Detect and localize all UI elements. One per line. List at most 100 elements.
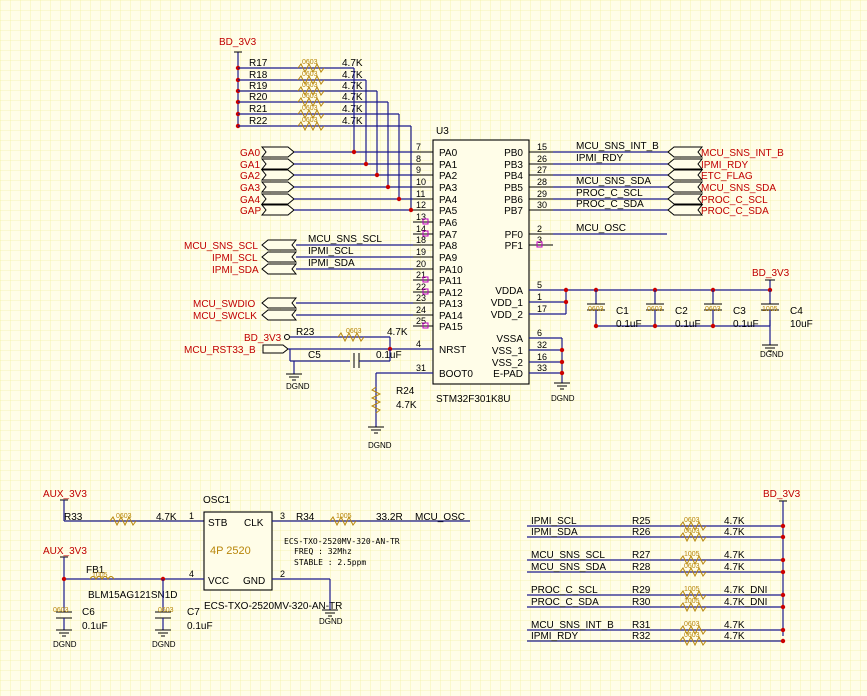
- r23-ref: R23: [296, 327, 315, 338]
- bus-pullup-junction: [780, 523, 786, 529]
- mcu-pin-name: VDD_2: [491, 310, 524, 321]
- schematic-canvas: BD_3V3 R17 0603 4.7K R18 0603 4.7K R19 0603 4.7K…: [0, 0, 867, 696]
- pullup-pkg: 0603: [302, 59, 318, 66]
- bus-pullup-ref: R28: [632, 562, 651, 573]
- c7-gnd-label: DGND: [152, 640, 176, 649]
- mcu-pin-name: PF0: [505, 230, 524, 241]
- pullup-ref: R19: [249, 81, 268, 92]
- bus-net-label: MCU_SNS_SCL: [531, 550, 605, 561]
- osc-note-stable: STABLE : 2.5ppm: [294, 558, 366, 567]
- c5-ref: C5: [308, 350, 321, 361]
- mcu-pin-number: 6: [537, 328, 542, 338]
- c6-value: 0.1uF: [82, 621, 108, 632]
- mcu-part-number: STM32F301K8U: [436, 394, 510, 405]
- ga-port-label: GA3: [240, 183, 260, 194]
- pullup-value: 4.7K: [342, 92, 363, 103]
- mcu-pin-name: PA14: [439, 311, 463, 322]
- right-net-wire-label: MCU_SNS_SDA: [576, 176, 651, 187]
- osc-ref: OSC1: [203, 495, 231, 506]
- bus-pullup-ref: R27: [632, 550, 651, 561]
- ga-port-label: GA1: [240, 160, 260, 171]
- ga-junction: [351, 149, 357, 155]
- bus-pullup-pkg: 0603: [684, 563, 700, 570]
- bus-net-label: MCU_SNS_SDA: [531, 562, 606, 573]
- mcu-pin-number: 24: [416, 305, 426, 315]
- bus-pullup-pkg: 0603: [684, 632, 700, 639]
- left-net-flag: [261, 297, 298, 309]
- osc-aux-label-vcc: AUX_3V3: [43, 546, 87, 557]
- pullup-ref: R21: [249, 104, 268, 115]
- mcu-pin-name: PA13: [439, 299, 463, 310]
- pullup-value: 4.7K: [342, 104, 363, 115]
- bus-pullup-ref: R31: [632, 620, 651, 631]
- osc-pin2-num: 2: [280, 569, 285, 579]
- mcu-pin-name: PA11: [439, 276, 462, 287]
- pullup-pkg: 0603: [302, 93, 318, 100]
- c6-ref: C6: [82, 607, 95, 618]
- right-net-wire-label: IPMI_RDY: [576, 153, 624, 164]
- mcu-pin-number: 25: [416, 316, 426, 326]
- ga-port-label: GA0: [240, 148, 260, 159]
- right-net-port-label: IPMI_RDY: [701, 160, 749, 171]
- decap-ref: C4: [790, 306, 803, 317]
- bus-pullup-value: 4.7K_DNI: [724, 597, 767, 608]
- mcu-pin-number: 29: [537, 189, 547, 199]
- mcu-pin-name: VDDA: [495, 286, 523, 297]
- right-net-flag: [667, 146, 704, 158]
- right-net-wire-label: PROC_C_SCL: [576, 188, 643, 199]
- bus-pullup-value: 4.7K_DNI: [724, 585, 767, 596]
- c7-pkg: 0603: [158, 607, 174, 614]
- mcu-pin-name: PA15: [439, 322, 463, 333]
- bus-net-label: IPMI_SCL: [531, 516, 577, 527]
- pullup-ref: R20: [249, 92, 268, 103]
- mcu-pin-number: 7: [416, 142, 421, 152]
- bus-pullup-junction: [780, 569, 786, 575]
- schematic-sheet: { "rails": { "bd_3v3": "BD_3V3", "aux_3v…: [0, 0, 867, 696]
- mcu-pin-number: 16: [537, 352, 547, 362]
- osc-note-part: ECS-TXO-2520MV-320-AN-TR: [284, 537, 400, 546]
- ga-port-flag: [260, 158, 295, 170]
- mcu-pin-number: 27: [537, 165, 547, 175]
- bus-pullup-ref: R25: [632, 516, 651, 527]
- mcu-pin-name: PB0: [504, 148, 523, 159]
- mcu-pin-name: PA3: [439, 183, 458, 194]
- bus-pullup-value: 4.7K: [724, 516, 745, 527]
- mcu-pin-number: 31: [416, 363, 426, 373]
- left-net-flag: [261, 251, 298, 263]
- ga-junction: [363, 161, 369, 167]
- mcu-pin-number: 15: [537, 142, 547, 152]
- mcu-pin-number: 26: [537, 154, 547, 164]
- bus-net-label: IPMI_RDY: [531, 631, 579, 642]
- r34-ref: R34: [296, 512, 315, 523]
- decoupling-rail-label: BD_3V3: [752, 268, 790, 279]
- bus-pullup-pkg: 0603: [684, 517, 700, 524]
- c5-gnd-label: DGND: [286, 382, 310, 391]
- osc-pin-gnd: GND: [243, 576, 265, 587]
- bd-3v3-label: BD_3V3: [219, 37, 257, 48]
- mcu-pin-number: 30: [537, 200, 547, 210]
- fb1-part: BLM15AG121SN1D: [88, 590, 178, 601]
- r23-pkg: 0603: [346, 328, 362, 335]
- mcu-pin-name: PA10: [439, 265, 463, 276]
- decoupling-gnd-label: DGND: [760, 350, 784, 359]
- pullup-pkg: 0603: [302, 82, 318, 89]
- mcu-pin-number: 17: [537, 304, 547, 314]
- mcu-pin-number: 14: [416, 224, 426, 234]
- reset-port: [262, 344, 289, 354]
- osc-pin3-num: 3: [280, 511, 285, 521]
- left-net-wire-label: IPMI_SDA: [308, 258, 355, 269]
- osc-pin4-num: 4: [189, 569, 194, 579]
- c5-value: 0.1uF: [376, 350, 402, 361]
- r33-ref: R33: [64, 512, 83, 523]
- osc-out-net: MCU_OSC: [415, 512, 465, 523]
- right-net-flag: [667, 204, 704, 216]
- left-net-flag: [261, 239, 298, 251]
- bus-pullup-junction: [780, 627, 786, 633]
- decap-junction: [710, 323, 716, 329]
- bus-pullup-rail-label: BD_3V3: [763, 489, 801, 500]
- mcu-ref: U3: [436, 126, 449, 137]
- mcu-pin-number: 28: [537, 177, 547, 187]
- right-net-port-label: ETC_FLAG: [701, 171, 753, 182]
- decap-value: 0.1uF: [733, 319, 759, 330]
- bus-pullup-value: 4.7K: [724, 527, 745, 538]
